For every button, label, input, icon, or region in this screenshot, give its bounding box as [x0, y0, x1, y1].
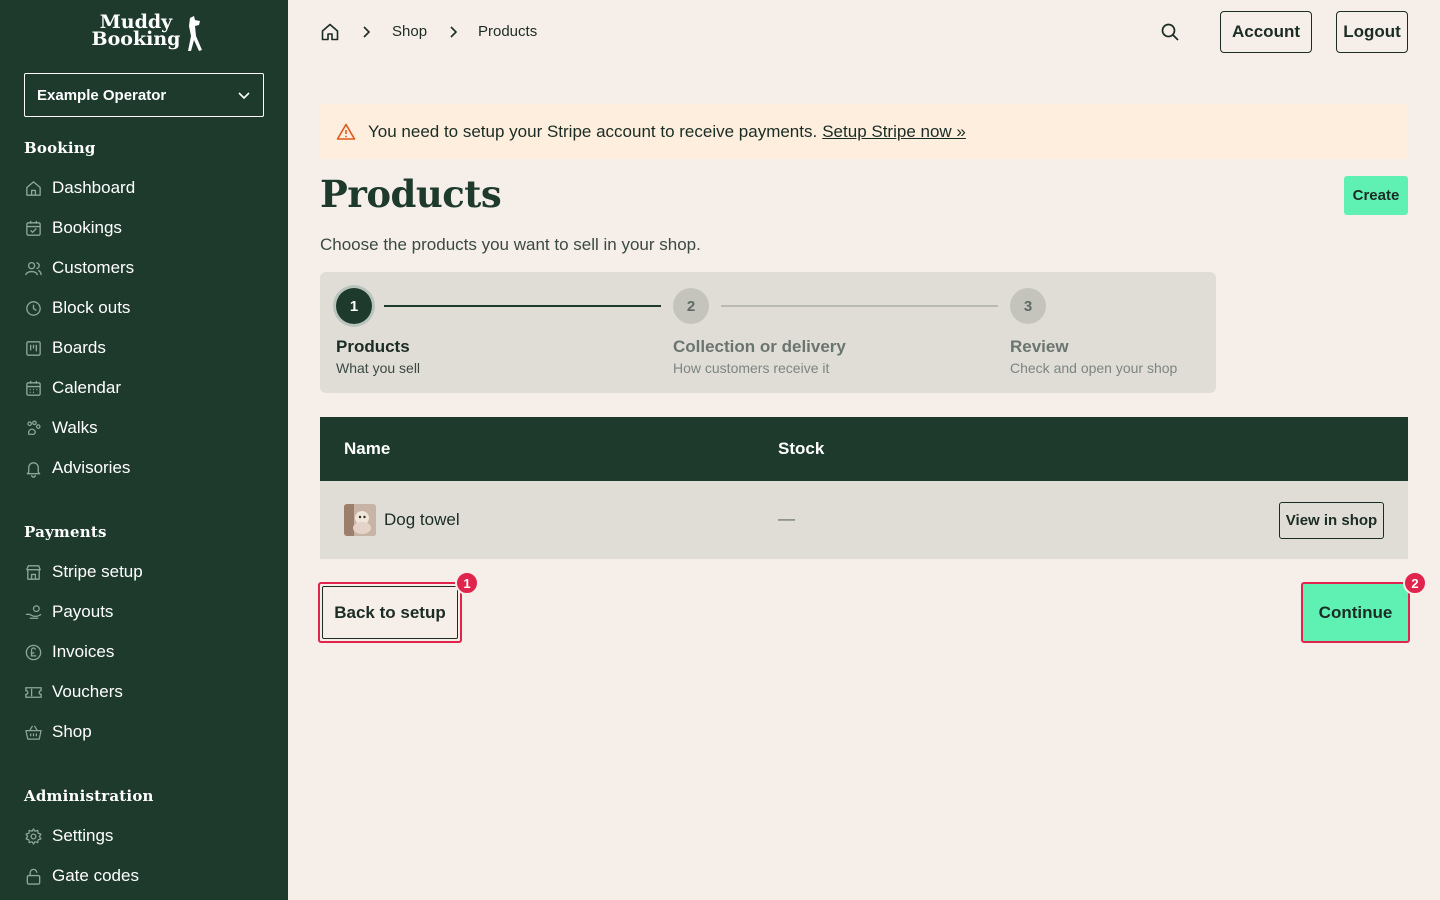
continue-button[interactable]: Continue [1301, 582, 1410, 643]
stripe-alert: You need to setup your Stripe account to… [320, 104, 1408, 159]
users-icon [25, 261, 42, 275]
calendar-check-icon [26, 220, 41, 236]
sidebar-item-label: Advisories [52, 458, 131, 477]
step-2-title: Collection or delivery [673, 337, 846, 356]
search-icon[interactable] [1160, 22, 1180, 42]
sidebar-item-shop[interactable]: Shop [24, 718, 264, 746]
sidebar-item-label: Gate codes [52, 866, 139, 885]
step-3-desc: Check and open your shop [1010, 360, 1178, 376]
home-icon[interactable] [320, 22, 340, 42]
sidebar-item-label: Stripe setup [52, 562, 143, 581]
product-thumbnail [344, 504, 376, 536]
sidebar-item-label: Boards [52, 338, 106, 357]
bell-icon [26, 461, 41, 478]
table-header: Name Stock [320, 417, 1408, 481]
view-in-shop-button[interactable]: View in shop [1279, 502, 1384, 539]
board-icon [26, 340, 41, 356]
step-1-desc: What you sell [336, 360, 421, 376]
sidebar-item-settings[interactable]: Settings [24, 822, 264, 850]
table-row[interactable]: Dog towel — View in shop [320, 481, 1408, 559]
lock-icon [26, 868, 41, 885]
clock-icon [26, 300, 41, 316]
dog-photo-icon [344, 504, 376, 536]
section-title-payments: Payments [24, 523, 107, 541]
sidebar-item-label: Bookings [52, 218, 122, 237]
step-connector [721, 305, 998, 307]
sidebar: Muddy Booking Example Operator Booking D… [0, 0, 288, 900]
products-table: Name Stock Dog towel — View in shop [320, 417, 1408, 559]
sidebar-item-stripe-setup[interactable]: Stripe setup [24, 558, 264, 586]
sidebar-item-label: Vouchers [52, 682, 123, 701]
sidebar-item-invoices[interactable]: Invoices [24, 638, 264, 666]
sidebar-item-payouts[interactable]: Payouts [24, 598, 264, 626]
sidebar-item-label: Payouts [52, 602, 114, 621]
home-icon [26, 180, 41, 196]
column-header-name[interactable]: Name [344, 439, 390, 459]
step-2-desc: How customers receive it [673, 360, 830, 376]
section-title-booking: Booking [24, 139, 96, 157]
sidebar-item-dashboard[interactable]: Dashboard [24, 174, 264, 202]
logout-button[interactable]: Logout [1336, 11, 1408, 53]
gear-icon [25, 827, 42, 845]
operator-select-value: Example Operator [37, 86, 167, 104]
sidebar-item-label: Calendar [52, 378, 121, 397]
sidebar-item-label: Block outs [52, 298, 131, 317]
sidebar-item-boards[interactable]: Boards [24, 334, 264, 362]
product-stock: — [778, 509, 795, 528]
ticket-icon [25, 686, 42, 698]
step-1-title: Products [336, 337, 410, 356]
pound-icon [25, 644, 42, 660]
sidebar-item-gate-codes[interactable]: Gate codes [24, 862, 264, 890]
basket-icon [25, 725, 42, 740]
chevron-down-icon [238, 92, 250, 100]
alert-message: You need to setup your Stripe account to… [368, 121, 818, 141]
store-icon [26, 564, 41, 580]
step-badge-2: 2 [1403, 571, 1427, 595]
calendar-icon [26, 380, 41, 396]
sidebar-item-customers[interactable]: Customers [24, 254, 264, 282]
step-1-circle[interactable]: 1 [336, 288, 372, 324]
back-to-setup-button[interactable]: Back to setup [318, 582, 462, 643]
sidebar-item-calendar[interactable]: Calendar [24, 374, 264, 402]
operator-select[interactable]: Example Operator [24, 73, 264, 117]
sidebar-item-label: Invoices [52, 642, 115, 661]
dog-icon [188, 16, 202, 51]
hand-coins-icon [25, 604, 42, 619]
product-name: Dog towel [384, 510, 460, 529]
sidebar-item-walks[interactable]: Walks [24, 414, 264, 442]
back-to-setup-label: Back to setup [334, 602, 446, 622]
sidebar-item-label: Dashboard [52, 178, 136, 197]
sidebar-item-block-outs[interactable]: Block outs [24, 294, 264, 322]
step-3-title: Review [1010, 337, 1069, 356]
step-connector [384, 305, 661, 307]
top-bar: Shop Products Account Logout [288, 0, 1440, 64]
sidebar-item-bookings[interactable]: Bookings [24, 214, 264, 242]
step-3-circle[interactable]: 3 [1010, 288, 1046, 324]
page-title: Products [320, 172, 502, 216]
breadcrumb-products: Products [478, 23, 538, 40]
column-header-stock[interactable]: Stock [778, 439, 824, 459]
chevron-right-icon [450, 26, 458, 38]
paw-icon [27, 419, 41, 435]
sidebar-item-label: Shop [52, 722, 92, 741]
sidebar-item-vouchers[interactable]: Vouchers [24, 678, 264, 706]
breadcrumb-shop[interactable]: Shop [392, 23, 427, 40]
sidebar-item-label: Settings [52, 826, 114, 845]
create-button[interactable]: Create [1344, 176, 1408, 215]
sidebar-item-advisories[interactable]: Advisories [24, 454, 264, 482]
setup-stripe-link[interactable]: Setup Stripe now » [822, 122, 966, 142]
chevron-right-icon [363, 26, 371, 38]
account-button[interactable]: Account [1220, 11, 1312, 53]
brand-logo[interactable]: Muddy Booking [86, 13, 204, 54]
step-badge-1: 1 [455, 571, 479, 595]
sidebar-item-label: Walks [52, 418, 98, 437]
step-2-circle[interactable]: 2 [673, 288, 709, 324]
warning-icon [336, 123, 356, 140]
page-subtitle: Choose the products you want to sell in … [320, 235, 701, 254]
setup-stepper: 1 Products What you sell 2 Collection or… [320, 272, 1216, 393]
sidebar-item-label: Customers [52, 258, 135, 277]
section-title-administration: Administration [24, 787, 154, 805]
